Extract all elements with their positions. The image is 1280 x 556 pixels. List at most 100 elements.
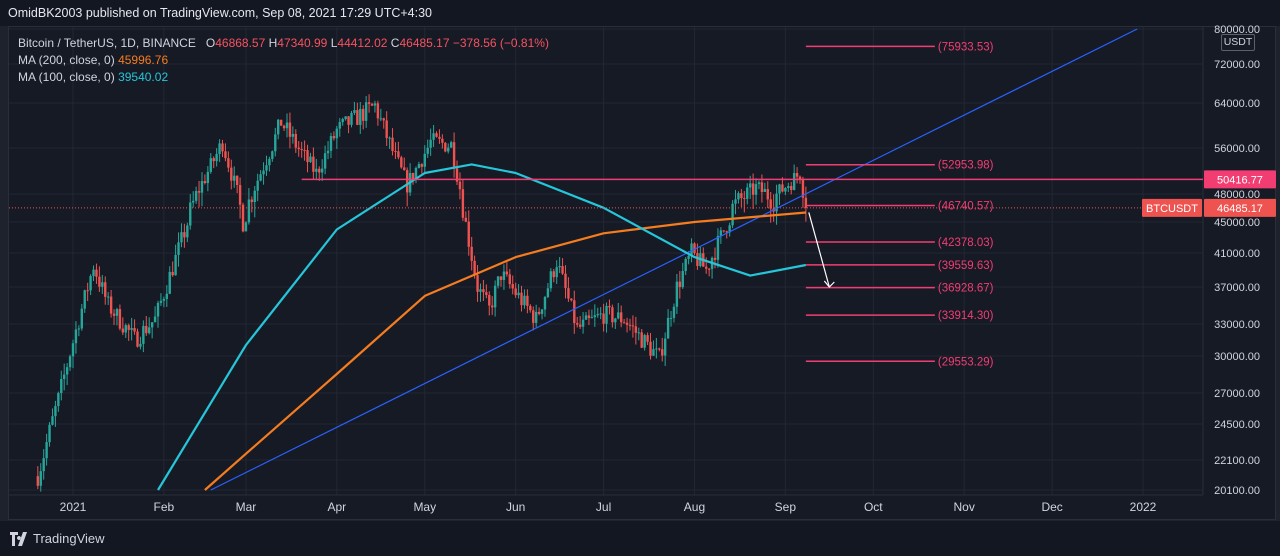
candle-body xyxy=(115,309,119,316)
candle-body xyxy=(628,324,632,326)
candle-body xyxy=(748,183,752,188)
legend-symbol-row: Bitcoin / TetherUS, 1D, BINANCE O46868.5… xyxy=(18,35,549,52)
candle-body xyxy=(587,315,591,318)
candle-body xyxy=(241,204,245,232)
candle-body xyxy=(194,191,198,201)
candle-body xyxy=(65,367,69,375)
candle-body xyxy=(118,309,122,329)
candle-body xyxy=(778,184,781,194)
candle-body xyxy=(743,198,746,200)
candle-body xyxy=(92,269,95,277)
candle-body xyxy=(564,273,567,289)
candle-body xyxy=(792,173,796,190)
candle-body xyxy=(318,168,321,173)
tradingview-logo-icon[interactable] xyxy=(10,532,30,546)
legend-ma100-row[interactable]: MA (100, close, 0) 39540.02 xyxy=(18,69,549,86)
candle-body xyxy=(139,343,142,347)
candle-body xyxy=(684,258,687,272)
candle-body xyxy=(364,102,368,121)
price-tick: 72000.00 xyxy=(1214,59,1260,71)
candle-body xyxy=(617,312,620,319)
symbol-name[interactable]: Bitcoin / TetherUS, 1D, BINANCE xyxy=(18,36,196,50)
grid-lines xyxy=(9,27,1204,496)
candle-body xyxy=(150,322,154,328)
candle-body xyxy=(447,147,450,152)
candle-body xyxy=(268,158,271,166)
target-level-label: (33914.30) xyxy=(938,310,994,322)
candle-body xyxy=(546,288,550,297)
candle-body xyxy=(274,134,277,152)
last-price-text: 46485.17 xyxy=(1217,203,1263,215)
candle-body xyxy=(555,267,558,278)
candle-body xyxy=(499,276,503,280)
candle-body xyxy=(77,328,81,330)
candle-body xyxy=(643,335,646,348)
candle-body xyxy=(153,316,157,323)
candle-body xyxy=(784,187,787,192)
target-level-label: (36928.67) xyxy=(938,283,994,295)
candle-body xyxy=(83,290,86,309)
candle-body xyxy=(537,311,541,314)
candle-body xyxy=(763,189,767,192)
overlays: 50416.77 BTCUSDT 46485.17 (75933.53) (52953.… xyxy=(9,28,1276,491)
candle-body xyxy=(631,325,635,327)
candle-body xyxy=(787,186,790,188)
candle-body xyxy=(291,134,295,137)
candle-body xyxy=(746,187,749,199)
candle-body xyxy=(669,317,673,319)
candle-body xyxy=(142,325,145,344)
candle-body xyxy=(356,110,359,125)
trendline xyxy=(210,28,1138,491)
candle-body xyxy=(326,150,330,154)
candle-body xyxy=(637,332,640,334)
candle-body xyxy=(51,416,54,425)
candle-body xyxy=(523,295,526,306)
candle-body xyxy=(567,288,570,299)
candle-body xyxy=(373,103,377,106)
candle-body xyxy=(45,442,48,459)
candle-body xyxy=(271,151,274,159)
target-level-label: (42378.03) xyxy=(938,237,994,249)
candle-body xyxy=(215,153,218,162)
candle-body xyxy=(534,311,538,323)
candle-body xyxy=(476,275,479,292)
candle-body xyxy=(315,168,318,172)
candle-body xyxy=(438,136,441,139)
candle-body xyxy=(543,296,547,310)
candle-body xyxy=(449,142,453,148)
candle-body xyxy=(133,328,136,332)
candle-body xyxy=(238,184,242,205)
time-tick: Feb xyxy=(154,500,175,514)
price-tick: 33000.00 xyxy=(1214,319,1260,331)
resistance-price-text: 50416.77 xyxy=(1217,174,1263,186)
candle-body xyxy=(227,158,230,168)
candle-body xyxy=(678,281,682,288)
projection-arrowhead xyxy=(823,280,835,288)
candle-body xyxy=(517,292,520,296)
footer-bar: TradingView xyxy=(0,521,1280,556)
candle-body xyxy=(344,116,347,120)
candle-body xyxy=(180,232,183,243)
candle-body xyxy=(394,151,397,153)
candle-body xyxy=(420,164,424,167)
currency-label[interactable]: USDT xyxy=(1221,34,1255,51)
candle-body xyxy=(707,268,711,270)
candle-body xyxy=(672,306,676,318)
candle-body xyxy=(370,103,374,106)
candle-body xyxy=(335,128,339,139)
candle-body xyxy=(54,406,57,417)
candle-body xyxy=(95,269,98,277)
legend-ma200-row[interactable]: MA (200, close, 0) 45996.76 xyxy=(18,52,549,69)
footer-brand[interactable]: TradingView xyxy=(33,531,105,546)
candle-body xyxy=(731,203,734,226)
candle-body xyxy=(488,294,491,306)
candle-body xyxy=(740,193,743,199)
candle-body xyxy=(350,112,353,125)
candle-body xyxy=(42,458,45,472)
candle-body xyxy=(212,158,215,162)
candle-body xyxy=(461,189,465,218)
candle-body xyxy=(294,134,297,148)
candle-body xyxy=(36,476,40,486)
candle-body xyxy=(751,183,755,195)
symbol-badge-text: BTCUSDT xyxy=(1146,203,1198,215)
